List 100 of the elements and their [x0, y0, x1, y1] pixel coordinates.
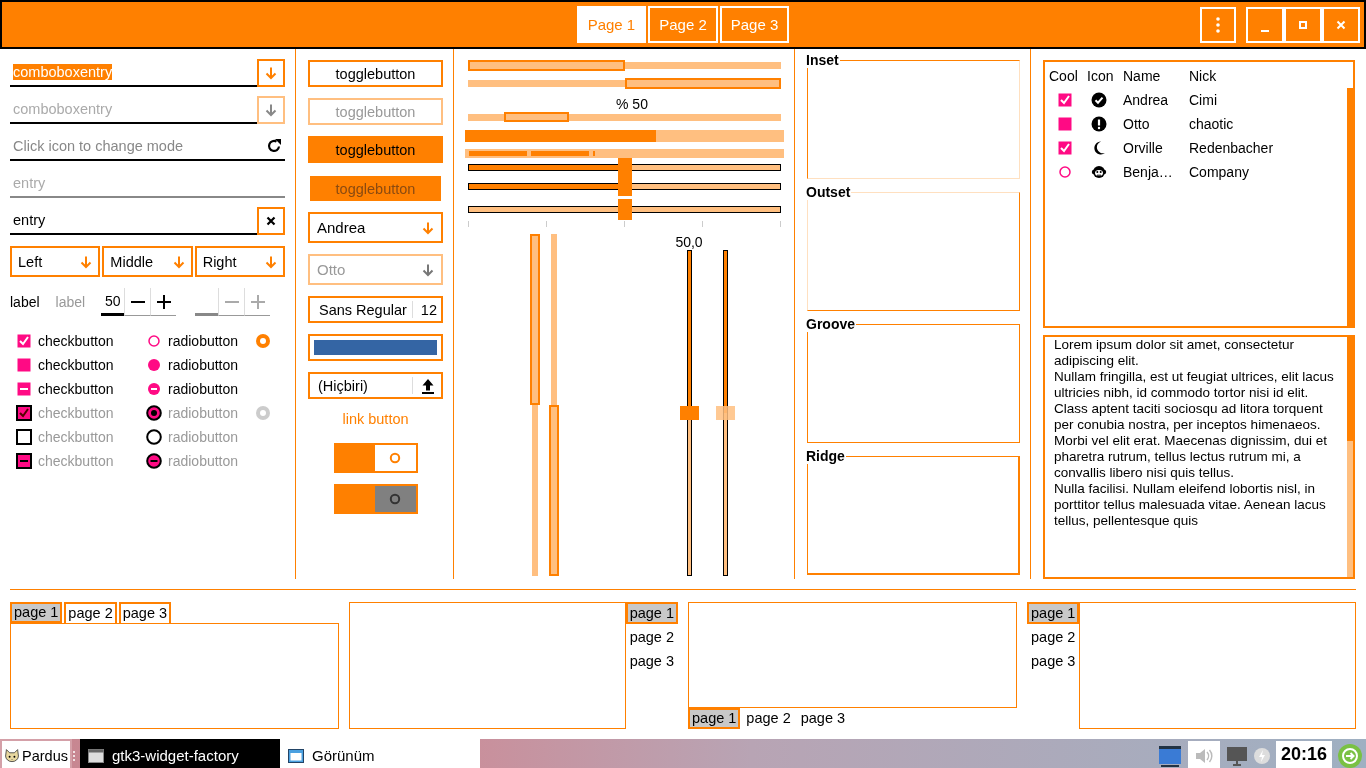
radio-button[interactable] — [1057, 164, 1073, 180]
slider-handle[interactable] — [617, 158, 632, 177]
column-header[interactable]: Icon — [1087, 68, 1123, 84]
file-button[interactable]: (Hiçbiri) — [308, 372, 443, 399]
radio-label: radiobutton — [168, 357, 239, 373]
checkbox-label: checkbutton — [38, 357, 114, 373]
decrement-button[interactable] — [124, 288, 151, 316]
column-header[interactable]: Nick — [1189, 68, 1347, 84]
checkbox[interactable] — [16, 333, 32, 349]
radio-label: radiobutton — [168, 333, 239, 349]
text-field[interactable]: Click icon to change mode — [13, 138, 266, 154]
checkbox[interactable] — [1057, 92, 1073, 108]
monkey-icon — [1091, 164, 1107, 180]
maximize-icon — [1298, 19, 1308, 30]
frame-label: Outset — [806, 184, 852, 200]
font-button[interactable]: Sans Regular 12 — [308, 296, 443, 323]
table-cell-text: chaotic — [1189, 116, 1235, 132]
column-header[interactable]: Cool — [1049, 68, 1087, 84]
minimize-icon — [1260, 29, 1270, 32]
frame-label: Inset — [806, 52, 840, 68]
checkbox-label: checkbutton — [38, 381, 114, 397]
start-button[interactable]: Pardus — [0, 739, 72, 768]
slider-value: 50,0 — [675, 234, 703, 250]
arrow-down-icon — [171, 254, 186, 269]
arrow-down-icon — [421, 262, 435, 277]
text-paragraph: Lorem ipsum dolor sit amet, consectetur adipiscing elit. — [1054, 337, 1296, 369]
taskbar-button[interactable]: Görünüm — [280, 739, 480, 768]
table-cell-text: Otto — [1123, 116, 1151, 132]
clear-button[interactable] — [257, 207, 285, 235]
checkbox[interactable] — [16, 381, 32, 397]
toggle-button[interactable]: togglebutton — [308, 136, 443, 163]
radio-label: radiobutton — [168, 405, 239, 421]
notebook-tab[interactable]: page 3 — [118, 602, 172, 623]
notebook-tab[interactable]: page 2 — [742, 708, 795, 729]
label-text: label — [10, 294, 40, 310]
table-cell-text: Benja… — [1123, 164, 1174, 180]
notebook-tab[interactable]: page 2 — [64, 602, 117, 623]
radio-button[interactable] — [256, 334, 270, 348]
menu-icon — [1216, 16, 1220, 33]
check-circle-icon — [1091, 92, 1107, 108]
menu-button[interactable] — [1200, 6, 1236, 43]
window-icon — [288, 748, 304, 763]
checkbox[interactable] — [16, 357, 32, 373]
dropdown[interactable]: Andrea — [308, 212, 443, 243]
notebook-tab[interactable]: page 1 — [625, 602, 678, 624]
switch-knob-icon — [389, 452, 401, 464]
color-button[interactable] — [308, 334, 443, 361]
table-cell-text: Orville — [1123, 140, 1164, 156]
frame-label: Ridge — [806, 448, 846, 464]
text-paragraph: Class aptent taciti sociosqu ad litora torquent per conubia nostra, per inceptos himenaeos. — [1054, 401, 1324, 433]
dropdown-button[interactable] — [257, 59, 285, 87]
table-cell-text: Company — [1189, 164, 1250, 180]
switch-knob-icon — [389, 493, 401, 505]
arrow-down-icon — [264, 103, 278, 117]
text-field[interactable]: entry — [13, 212, 254, 228]
minimize-button[interactable] — [1246, 6, 1284, 43]
logout-icon[interactable] — [1338, 743, 1362, 768]
arrow-down-icon — [421, 220, 435, 235]
scrollbar[interactable] — [1347, 337, 1353, 577]
notebook-tab[interactable]: page 1 — [10, 602, 63, 623]
volume-button[interactable] — [1187, 740, 1220, 768]
dropdown[interactable]: Middle — [102, 246, 193, 277]
notebook-tab[interactable]: page 2 — [1027, 626, 1080, 648]
clock[interactable]: 20:16 — [1275, 740, 1332, 768]
dropdown[interactable]: Right — [194, 246, 285, 277]
frame-label: Groove — [806, 316, 856, 332]
switch[interactable] — [333, 443, 418, 473]
radio-button[interactable] — [146, 333, 162, 349]
notebook-tab[interactable]: page 3 — [796, 708, 850, 729]
checkbox[interactable] — [1057, 140, 1073, 156]
handle-icon[interactable] — [72, 749, 76, 762]
notebook-tab[interactable]: page 1 — [688, 708, 741, 729]
radio-label: radiobutton — [168, 453, 239, 469]
lightning-icon[interactable] — [1253, 747, 1270, 764]
notebook-tab[interactable]: page 3 — [1027, 650, 1080, 672]
checkbox-label: checkbutton — [38, 333, 114, 349]
radio-button[interactable] — [146, 381, 162, 397]
monitor-icon[interactable] — [1157, 744, 1182, 767]
refresh-icon[interactable] — [266, 138, 282, 154]
slider-handle[interactable] — [617, 199, 632, 220]
column-header[interactable]: Name — [1123, 68, 1189, 84]
taskbar-button[interactable]: gtk3-widget-factory — [80, 739, 280, 768]
dropdown[interactable]: Left — [10, 246, 101, 277]
checkbox-label: checkbutton — [38, 453, 114, 469]
checkbox-label: checkbutton — [38, 429, 114, 445]
display-icon[interactable] — [1225, 745, 1248, 766]
notebook-tab[interactable]: page 3 — [625, 650, 678, 672]
checkbox[interactable] — [1057, 116, 1073, 132]
slider-handle[interactable] — [679, 406, 699, 420]
maximize-button[interactable] — [1284, 6, 1322, 43]
plus-icon — [156, 294, 171, 309]
radio-label: radiobutton — [168, 381, 239, 397]
radio-button[interactable] — [146, 357, 162, 373]
notebook-tab[interactable]: page 1 — [1027, 602, 1080, 624]
slider-handle[interactable] — [617, 177, 632, 196]
toggle-button[interactable]: togglebutton — [308, 60, 443, 87]
arrow-down-icon — [264, 254, 278, 269]
close-button[interactable] — [1322, 6, 1360, 43]
close-icon — [266, 216, 276, 226]
notebook-tab[interactable]: page 2 — [625, 626, 678, 648]
